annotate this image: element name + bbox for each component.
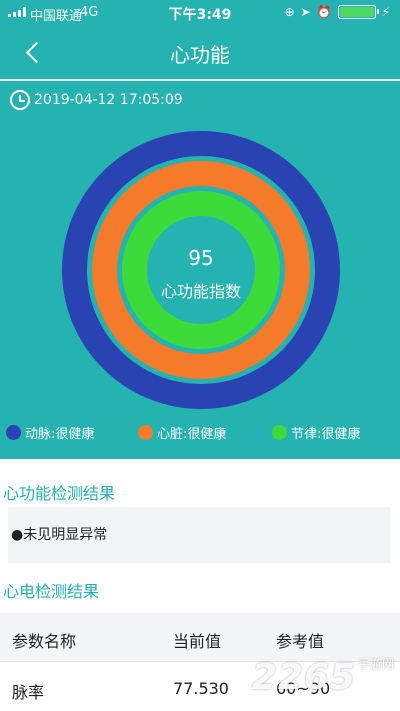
legend-label: 心脏:很健康 [157,426,227,442]
table-row-value: 77.530 [173,679,229,698]
status-icons: ⊕ ➤ ⏰ ⚡ [284,5,390,19]
table-row-param: 脉率 [12,683,45,702]
legend-label: 动脉:很健康 [25,426,95,442]
orientation-lock-icon: ⊕ [284,5,295,19]
page-title: 心功能 [170,43,230,67]
legend-label: 节律:很健康 [291,426,361,442]
nav-divider [0,79,400,81]
function-result-text: ●未见明显异常 [11,527,108,543]
location-icon: ➤ [300,5,311,19]
header-param-name: 参数名称 [12,632,77,651]
legend-dot [138,424,153,440]
alarm-icon: ⏰ [316,5,332,19]
clock-icon [10,90,30,110]
datetime-text: 2019-04-12 17:05:09 [34,92,183,108]
watermark-number: 2265 [251,657,356,698]
function-result-box: ●未见明显异常 [8,507,390,563]
legend-dot [6,424,21,440]
legend-artery: 动脉:很健康 [6,423,95,442]
header-panel: 中国联通 4G 下午3:49 ⊕ ➤ ⏰ ⚡ 心功能 2019-04-12 17… [0,0,400,459]
score-label: 心功能指数 [160,282,241,301]
legend-heart: 心脏:很健康 [138,423,227,442]
nav-bar: 心功能 [0,26,400,78]
watermark-sub: 手游网 [357,657,394,671]
ring-center [147,216,255,324]
battery-level [339,7,374,17]
ecg-result-title: 心电检测结果 [3,582,100,601]
legend-rhythm: 节律:很健康 [272,423,361,442]
legend-dot [272,424,287,440]
header-reference-value: 参考值 [276,632,325,651]
battery-icon [337,5,379,19]
charging-icon: ⚡ [381,5,390,19]
heart-function-score: 95 [188,246,214,270]
record-datetime: 2019-04-12 17:05:09 [10,89,183,111]
watermark-logo: 2265 手游网 [252,655,394,698]
header-current-value: 当前值 [173,632,222,651]
status-bar: 中国联通 4G 下午3:49 ⊕ ➤ ⏰ ⚡ [0,0,400,26]
function-result-title: 心功能检测结果 [3,484,116,503]
